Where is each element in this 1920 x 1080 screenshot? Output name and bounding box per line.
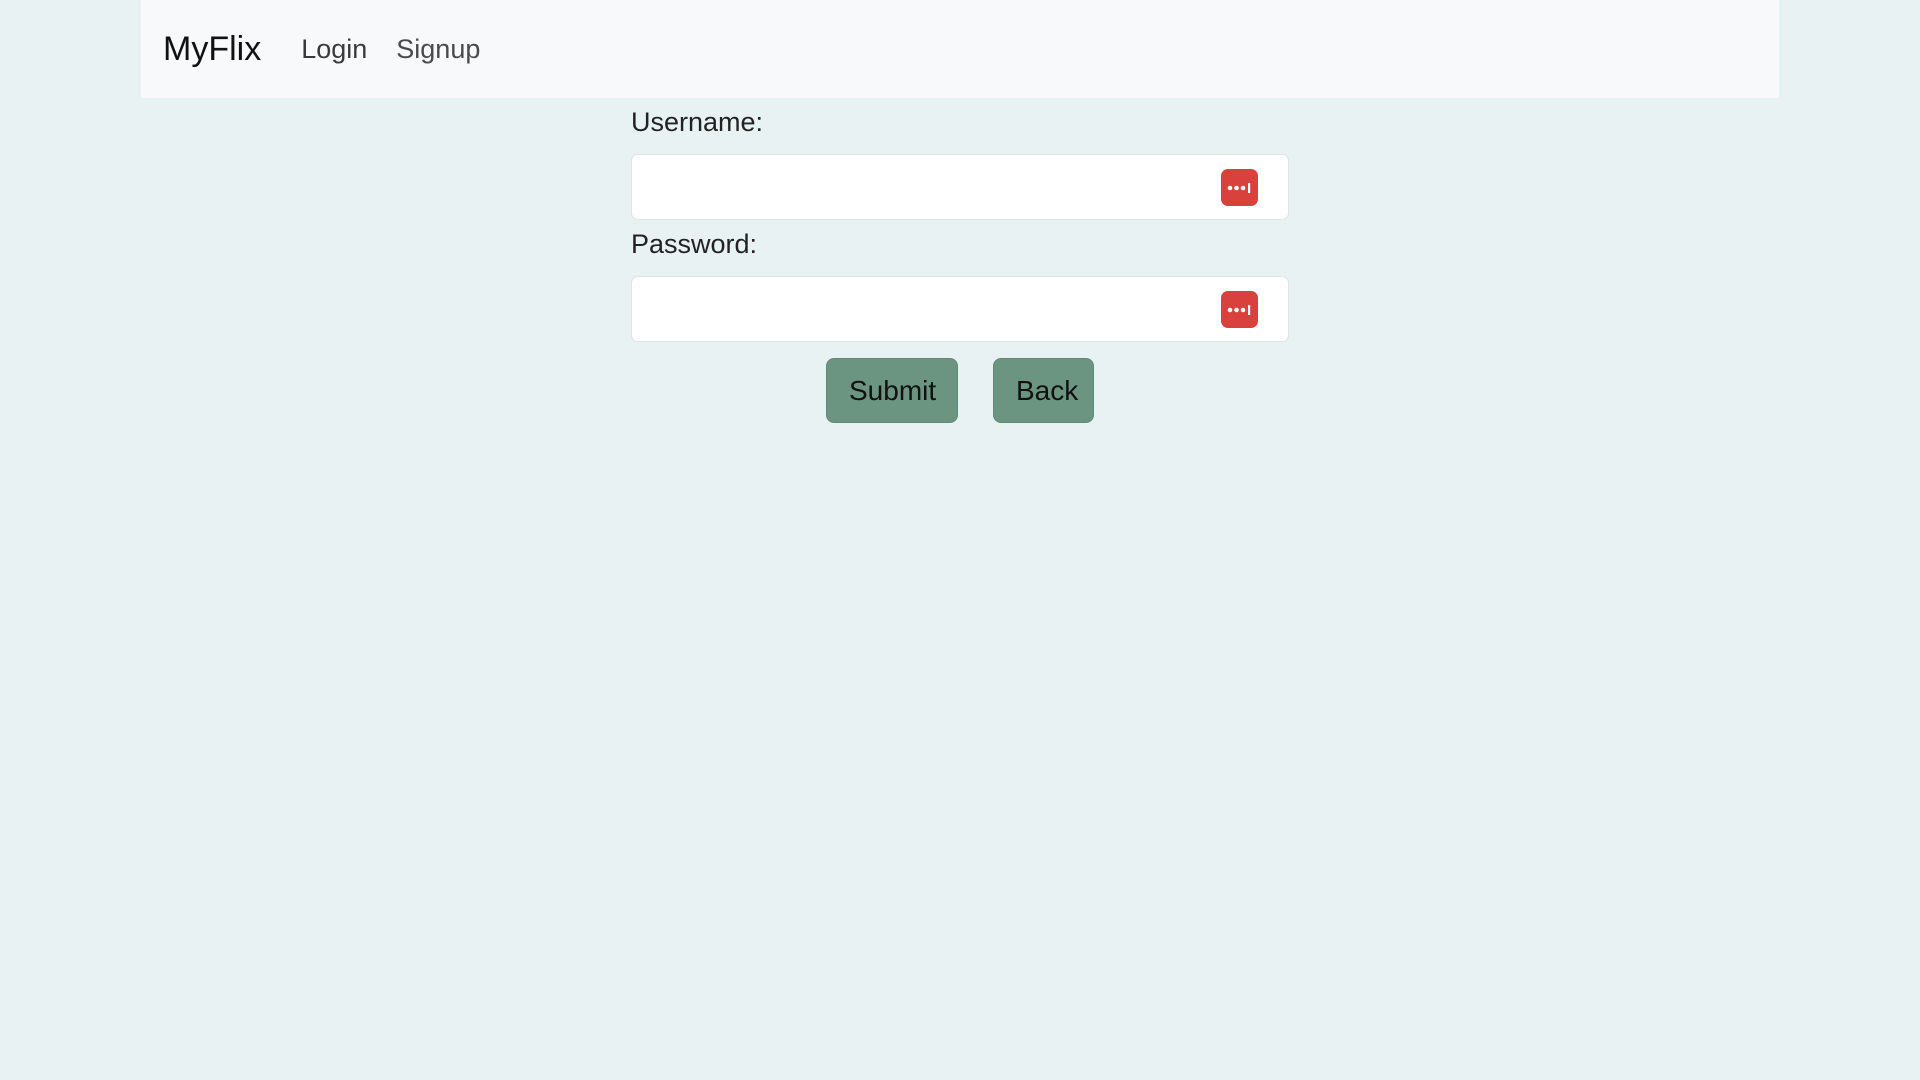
password-manager-icon[interactable] xyxy=(1221,291,1258,328)
username-label: Username: xyxy=(631,107,764,137)
nav-link-signup[interactable]: Signup xyxy=(396,34,480,65)
password-field-wrapper xyxy=(631,276,1289,342)
password-label: Password: xyxy=(631,229,758,259)
password-manager-dots-icon xyxy=(1227,182,1251,193)
navbar: MyFlix Login Signup xyxy=(141,0,1779,98)
back-button[interactable]: Back xyxy=(993,358,1094,423)
username-field-wrapper xyxy=(631,154,1289,220)
submit-button[interactable]: Submit xyxy=(826,358,958,423)
password-manager-icon[interactable] xyxy=(1221,169,1258,206)
username-input[interactable] xyxy=(632,155,1288,219)
nav-link-login[interactable]: Login xyxy=(301,34,367,65)
brand-link[interactable]: MyFlix xyxy=(163,30,261,69)
login-form: Username: Password: xyxy=(631,98,1289,342)
password-manager-dots-icon xyxy=(1227,304,1251,315)
password-input[interactable] xyxy=(632,277,1288,341)
form-buttons: Submit Back xyxy=(826,358,1094,423)
